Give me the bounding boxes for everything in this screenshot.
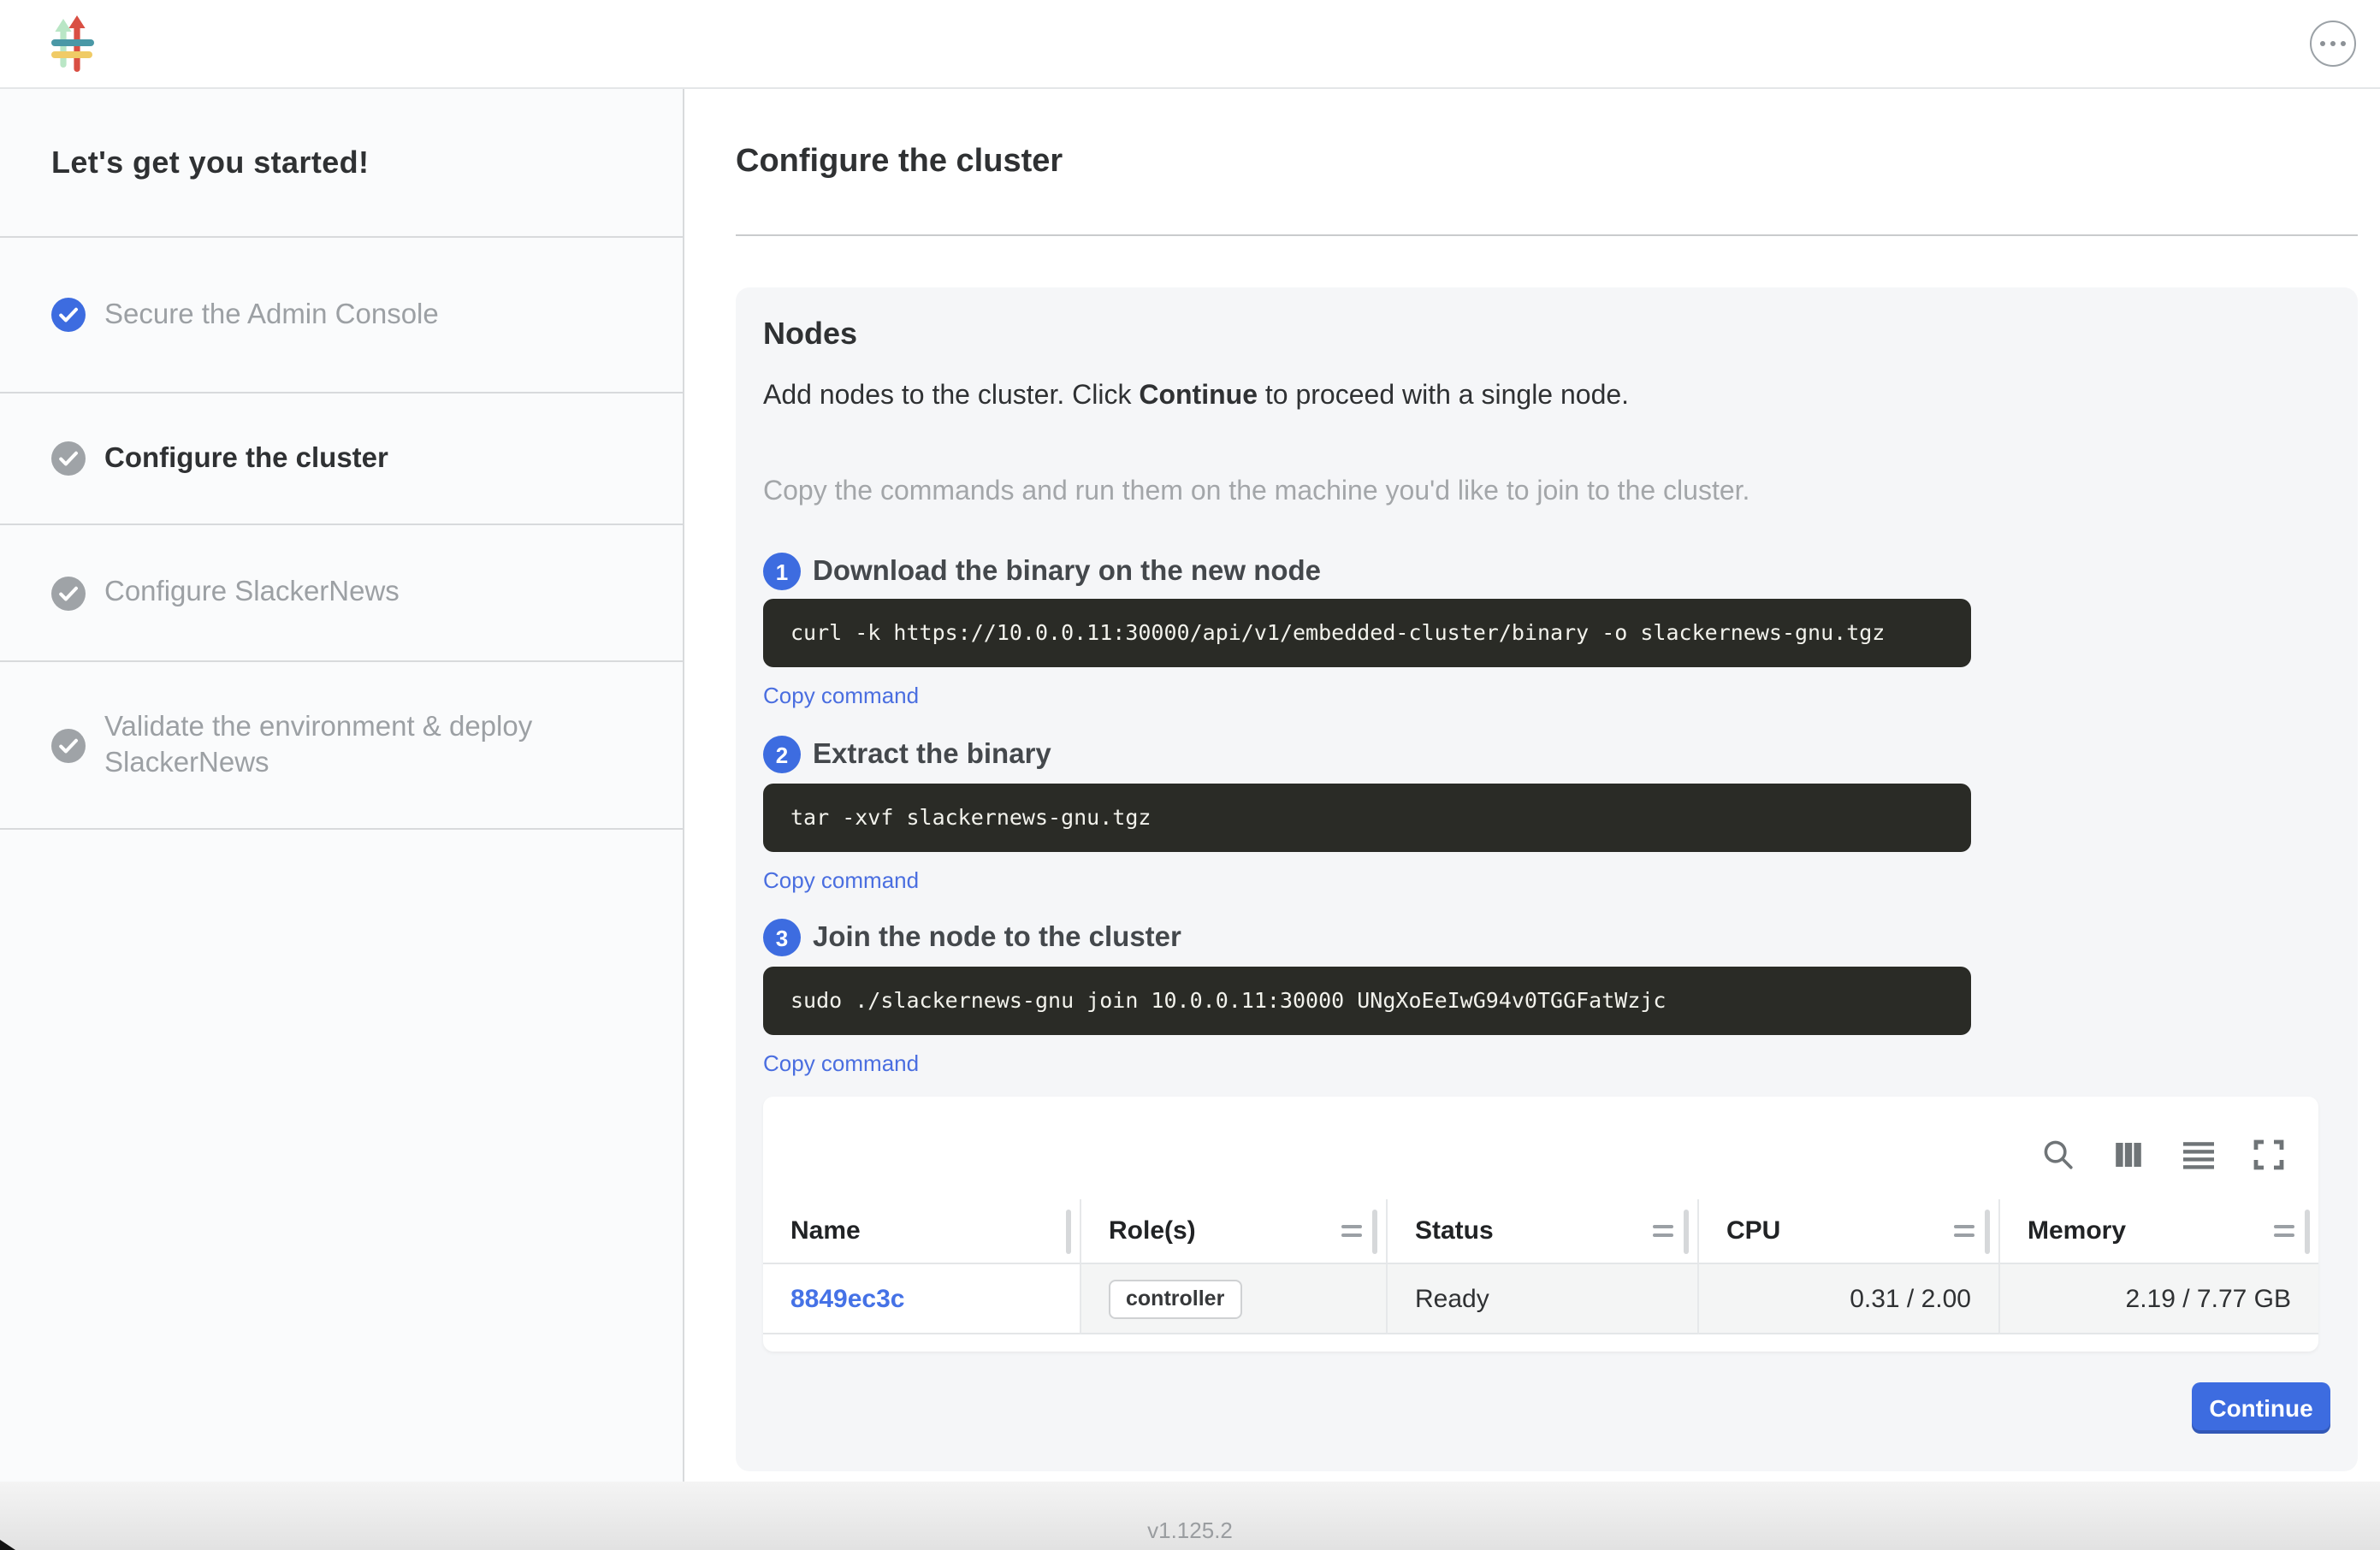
command-text: curl -k https://10.0.0.11:30000/api/v1/e… (763, 599, 1971, 667)
command-snippet[interactable]: tar -xvf slackernews-gnu.tgz (763, 784, 1971, 852)
nodes-heading: Nodes (763, 315, 2330, 352)
column-label: Memory (2028, 1216, 2126, 1245)
nodes-hint: Copy the commands and run them on the ma… (763, 476, 2330, 510)
table-search-button[interactable] (2041, 1138, 2075, 1172)
main-panel: Configure the cluster Nodes Add nodes to… (684, 89, 2380, 1482)
sidebar-item-label: Validate the environment & deploy Slacke… (104, 709, 553, 781)
slackernews-logo (51, 15, 94, 72)
step-1-header: 1 Download the binary on the new node (763, 553, 2330, 590)
sidebar-item-configure-slackernews[interactable]: Configure SlackerNews (0, 525, 683, 662)
copy-command-link[interactable]: Copy command (763, 1050, 919, 1078)
copy-command-link[interactable]: Copy command (763, 867, 919, 895)
sidebar-item-label: Configure SlackerNews (104, 575, 400, 611)
sidebar-title: Let's get you started! (0, 89, 683, 238)
column-label: Name (790, 1216, 861, 1245)
nodes-description: Add nodes to the cluster. Click Continue… (763, 380, 2330, 414)
command-snippet[interactable]: sudo ./slackernews-gnu join 10.0.0.11:30… (763, 967, 1971, 1035)
column-header-status[interactable]: Status (1388, 1199, 1699, 1264)
check-circle-pending-icon (51, 441, 86, 476)
sidebar-item-secure-admin-console[interactable]: Secure the Admin Console (0, 238, 683, 393)
step-title: Extract the binary (813, 738, 1051, 771)
description-bold-text: Continue (1139, 382, 1258, 411)
node-memory-cell: 2.19 / 7.77 GB (2000, 1264, 2318, 1334)
page-title: Configure the cluster (736, 145, 2358, 180)
sidebar-item-label: Configure the cluster (104, 441, 388, 476)
title-divider (736, 234, 2358, 236)
step-number-badge: 2 (763, 736, 801, 773)
column-resize-handle[interactable] (1372, 1209, 1377, 1253)
command-text: sudo ./slackernews-gnu join 10.0.0.11:30… (763, 967, 1971, 1035)
check-circle-complete-icon (51, 298, 86, 332)
sidebar-item-configure-cluster[interactable]: Configure the cluster (0, 393, 683, 525)
version-label: v1.125.2 (1147, 1517, 1233, 1543)
column-header-cpu[interactable]: CPU (1699, 1199, 2000, 1264)
column-label: Role(s) (1109, 1216, 1196, 1245)
ellipsis-icon (2310, 21, 2356, 67)
check-circle-pending-icon (51, 576, 86, 610)
command-snippet[interactable]: curl -k https://10.0.0.11:30000/api/v1/e… (763, 599, 1971, 667)
column-label: Status (1415, 1216, 1494, 1245)
description-text: to proceed with a single node. (1258, 382, 1629, 411)
table-toolbar (763, 1097, 2318, 1199)
step-3-header: 3 Join the node to the cluster (763, 919, 2330, 956)
column-resize-handle[interactable] (2305, 1209, 2310, 1253)
column-drag-handle-icon[interactable] (2274, 1225, 2294, 1237)
check-circle-pending-icon (51, 728, 86, 762)
setup-sidebar: Let's get you started! Secure the Admin … (0, 89, 684, 1482)
node-name-cell: 8849ec3c (763, 1264, 1081, 1334)
fullscreen-toggle-button[interactable] (2252, 1138, 2286, 1172)
content-row: Let's get you started! Secure the Admin … (0, 89, 2380, 1482)
node-cpu-cell: 0.31 / 2.00 (1699, 1264, 2000, 1334)
column-header-name[interactable]: Name (763, 1199, 1081, 1264)
density-icon (2182, 1138, 2216, 1172)
column-drag-handle-icon[interactable] (1954, 1225, 1974, 1237)
sidebar-item-validate-deploy[interactable]: Validate the environment & deploy Slacke… (0, 662, 683, 830)
nodes-card: Nodes Add nodes to the cluster. Click Co… (736, 287, 2358, 1471)
step-number-badge: 3 (763, 919, 801, 956)
column-resize-handle[interactable] (1684, 1209, 1689, 1253)
step-title: Download the binary on the new node (813, 555, 1321, 588)
footer: v1.125.2 (0, 1482, 2380, 1550)
node-name-link[interactable]: 8849ec3c (790, 1284, 905, 1313)
app-window: Let's get you started! Secure the Admin … (0, 0, 2380, 1550)
role-chip: controller (1109, 1279, 1241, 1318)
column-resize-handle[interactable] (1985, 1209, 1990, 1253)
description-text: Add nodes to the cluster. Click (763, 382, 1139, 411)
step-title: Join the node to the cluster (813, 921, 1181, 954)
column-drag-handle-icon[interactable] (1653, 1225, 1673, 1237)
column-header-memory[interactable]: Memory (2000, 1199, 2318, 1264)
continue-button[interactable]: Continue (2192, 1382, 2330, 1434)
step-2-header: 2 Extract the binary (763, 736, 2330, 773)
fullscreen-icon (2252, 1138, 2286, 1172)
nodes-table-card: Name Role(s) Status CPU (763, 1097, 2318, 1352)
command-text: tar -xvf slackernews-gnu.tgz (763, 784, 1971, 852)
search-icon (2041, 1138, 2075, 1172)
overflow-menu-button[interactable] (2310, 21, 2356, 67)
column-label: CPU (1726, 1216, 1780, 1245)
show-hide-columns-button[interactable] (2111, 1138, 2146, 1172)
node-status-cell: Ready (1388, 1264, 1699, 1334)
columns-icon (2111, 1138, 2146, 1172)
column-header-roles[interactable]: Role(s) (1081, 1199, 1388, 1264)
top-bar (0, 0, 2380, 89)
node-roles-cell: controller (1081, 1264, 1388, 1334)
step-number-badge: 1 (763, 553, 801, 590)
column-resize-handle[interactable] (1066, 1209, 1071, 1253)
sidebar-item-label: Secure the Admin Console (104, 297, 439, 333)
nodes-table: Name Role(s) Status CPU (763, 1199, 2318, 1334)
copy-command-link[interactable]: Copy command (763, 683, 919, 710)
column-drag-handle-icon[interactable] (1341, 1225, 1362, 1237)
density-toggle-button[interactable] (2182, 1138, 2216, 1172)
